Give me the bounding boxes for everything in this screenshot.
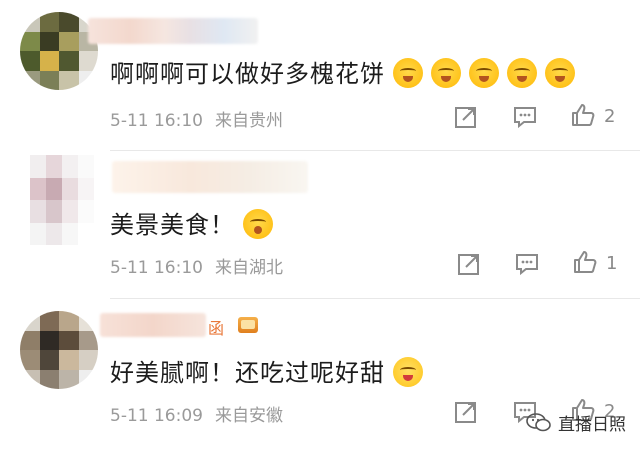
watermark: 直播日照 (526, 410, 626, 435)
grin-laugh-emoji (393, 58, 423, 88)
like-thumb-icon[interactable] (572, 249, 598, 275)
comment-meta: 5-11 16:10 来自湖北 (110, 253, 283, 278)
grin-laugh-emoji (469, 58, 499, 88)
avatar[interactable] (20, 12, 98, 90)
comment-text: 美景美食！ (110, 205, 273, 240)
comment-meta: 5-11 16:09 来自安徽 (110, 401, 283, 426)
comment-item-1: 啊啊啊可以做好多槐花饼 5-11 16:10 来自贵州 2 (0, 0, 640, 151)
comment-time: 5-11 16:09 (110, 406, 203, 426)
comment-location: 来自贵州 (214, 111, 283, 131)
wechat-logo-icon (526, 412, 551, 431)
sweat-smile-emoji (243, 209, 273, 239)
username-blurred[interactable] (100, 313, 206, 337)
like-thumb-icon[interactable] (570, 102, 596, 128)
like-count: 2 (604, 106, 616, 127)
username-blurred[interactable] (112, 161, 308, 193)
avatar[interactable] (30, 155, 94, 245)
comment-icon[interactable] (512, 104, 538, 130)
comment-location: 来自湖北 (214, 258, 283, 278)
comment-time: 5-11 16:10 (110, 111, 203, 131)
comment-time: 5-11 16:10 (110, 258, 203, 278)
watermark-text: 直播日照 (558, 415, 626, 435)
tears-of-joy-emoji (393, 357, 423, 387)
like-count: 1 (606, 253, 618, 274)
share-icon[interactable] (453, 104, 479, 130)
comment-location: 来自安徽 (214, 406, 283, 426)
comment-item-2: 美景美食！ 5-11 16:10 来自湖北 1 (0, 151, 640, 299)
share-icon[interactable] (453, 399, 479, 425)
share-icon[interactable] (456, 251, 482, 277)
avatar[interactable] (20, 311, 98, 389)
grin-laugh-emoji (431, 58, 461, 88)
comment-icon[interactable] (514, 251, 540, 277)
username-blurred[interactable] (88, 18, 258, 44)
grin-laugh-emoji (507, 58, 537, 88)
comment-text: 啊啊啊可以做好多槐花饼 (110, 54, 575, 89)
crown-badge-icon (238, 317, 258, 333)
grin-laugh-emoji (545, 58, 575, 88)
username-suffix: 函 (208, 319, 225, 338)
comment-text: 好美腻啊！还吃过呢好甜 (110, 353, 423, 388)
comment-meta: 5-11 16:10 来自贵州 (110, 106, 283, 131)
